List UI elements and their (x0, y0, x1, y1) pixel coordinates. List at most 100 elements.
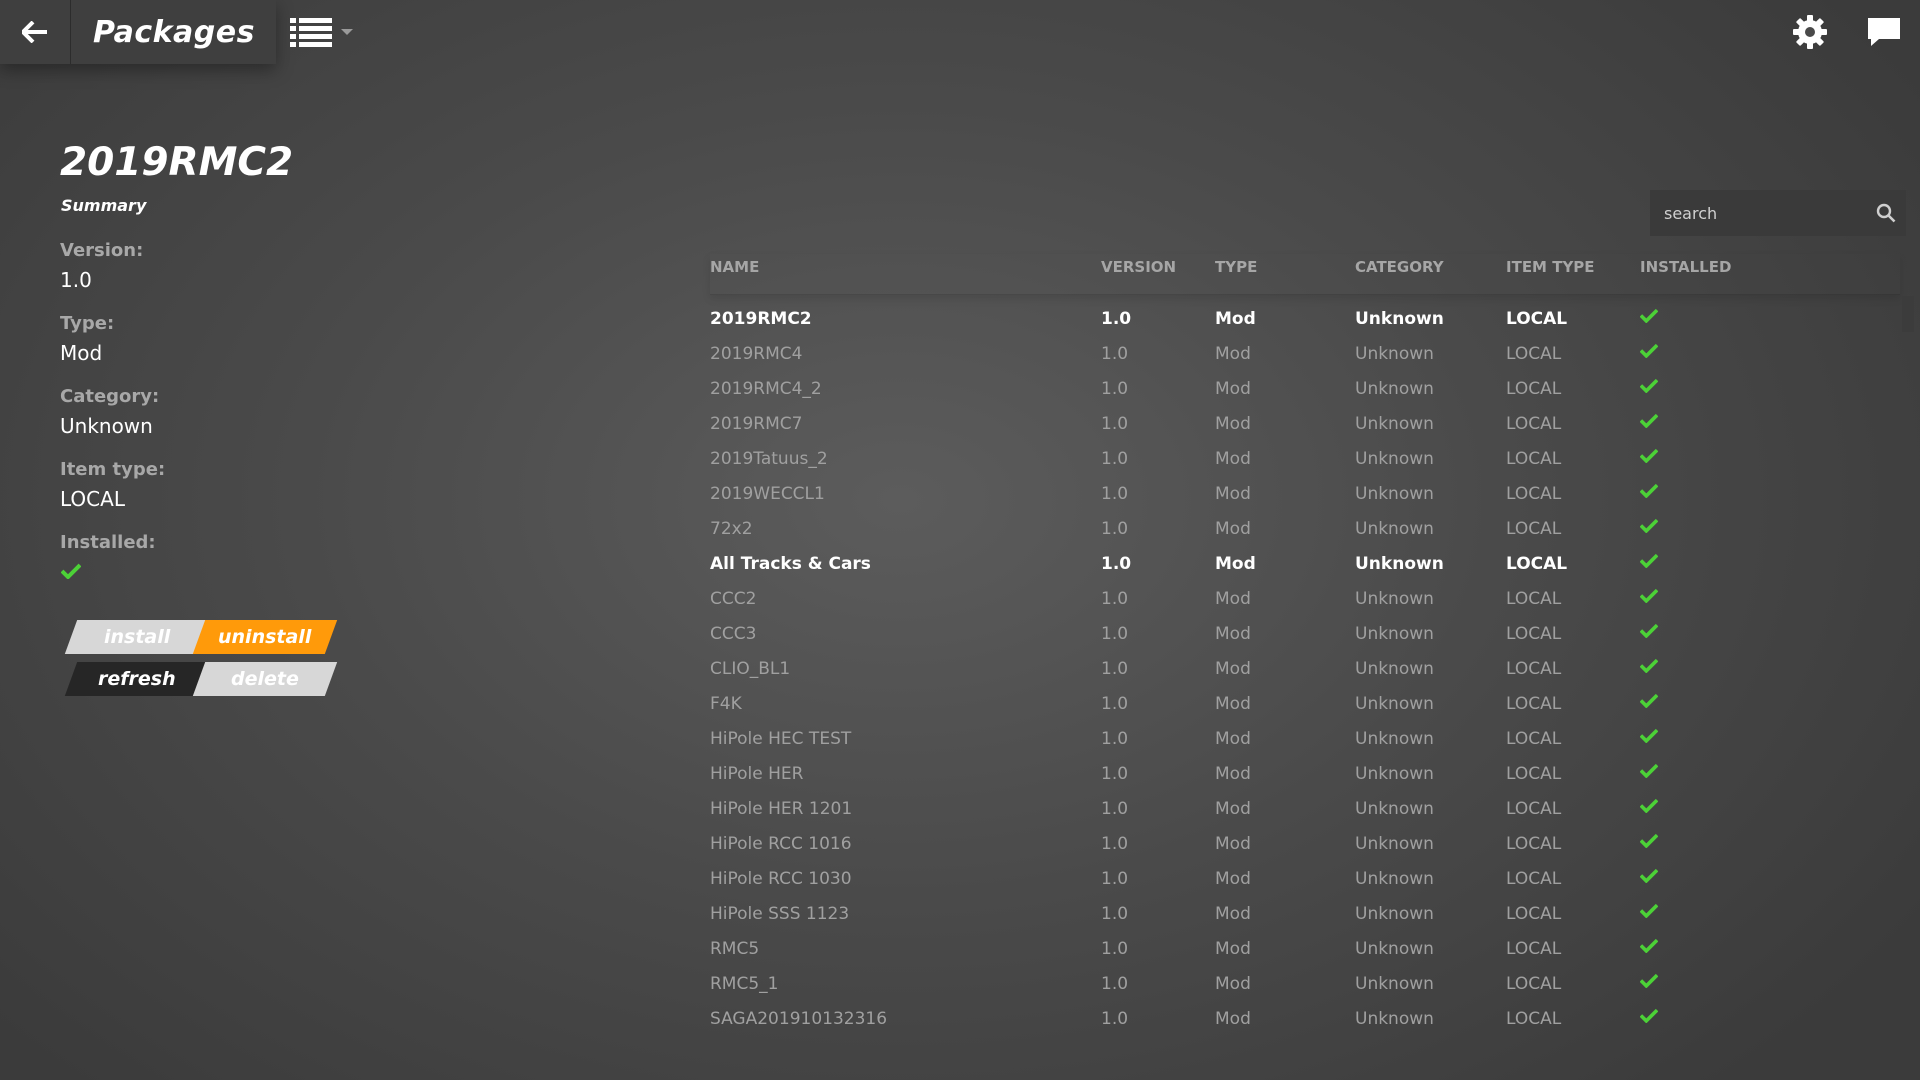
column-header-name[interactable]: NAME (710, 258, 759, 276)
category-cell: Unknown (1355, 554, 1444, 574)
item-type-cell: LOCAL (1506, 729, 1562, 749)
name-cell: RMC5 (710, 939, 760, 959)
table-row[interactable]: 72x2 1.0 Mod Unknown LOCAL (710, 514, 1900, 549)
type-cell: Mod (1215, 449, 1251, 469)
table-row[interactable]: RMC5 1.0 Mod Unknown LOCAL (710, 934, 1900, 969)
table-row[interactable]: HiPole RCC 1016 1.0 Mod Unknown LOCAL (710, 829, 1900, 864)
installed-check-icon (1639, 833, 1659, 853)
search-input[interactable] (1650, 202, 1866, 224)
version-cell: 1.0 (1101, 414, 1129, 434)
name-cell: CCC2 (710, 589, 757, 609)
column-header-type[interactable]: TYPE (1215, 258, 1257, 276)
type-cell: Mod (1215, 1009, 1251, 1029)
table-row[interactable]: 2019RMC4_2 1.0 Mod Unknown LOCAL (710, 374, 1900, 409)
table-row[interactable]: RMC5_1 1.0 Mod Unknown LOCAL (710, 969, 1900, 1004)
installed-check-icon (1639, 378, 1659, 398)
table-row[interactable]: SAGA201910132316 1.0 Mod Unknown LOCAL (710, 1004, 1900, 1039)
install-button-label: install (103, 626, 171, 648)
table-row[interactable]: 2019Tatuus_2 1.0 Mod Unknown LOCAL (710, 444, 1900, 479)
type-cell: Mod (1215, 484, 1251, 504)
category-cell: Unknown (1355, 834, 1434, 854)
item-type-cell: LOCAL (1506, 589, 1562, 609)
table-row[interactable]: 2019RMC4 1.0 Mod Unknown LOCAL (710, 339, 1900, 374)
table-row[interactable]: F4K 1.0 Mod Unknown LOCAL (710, 689, 1900, 724)
view-mode-dropdown[interactable] (290, 14, 360, 50)
type-cell: Mod (1215, 589, 1251, 609)
category-cell: Unknown (1355, 974, 1434, 994)
delete-button-label: delete (231, 668, 299, 690)
name-cell: 2019RMC4 (710, 344, 803, 364)
item-type-cell: LOCAL (1506, 379, 1562, 399)
category-cell: Unknown (1355, 344, 1434, 364)
settings-button[interactable] (1788, 10, 1832, 54)
summary-heading: Summary (61, 196, 147, 215)
version-cell: 1.0 (1101, 309, 1132, 329)
name-cell: All Tracks & Cars (710, 554, 871, 574)
item-type-cell: LOCAL (1506, 624, 1562, 644)
item-type-label: Item type: (60, 459, 166, 480)
type-cell: Mod (1215, 379, 1251, 399)
item-type-cell: LOCAL (1506, 344, 1562, 364)
refresh-button[interactable]: refresh (64, 662, 210, 696)
table-row[interactable]: HiPole HER 1201 1.0 Mod Unknown LOCAL (710, 794, 1900, 829)
type-cell: Mod (1215, 834, 1251, 854)
page-title: Packages (93, 14, 255, 50)
version-cell: 1.0 (1101, 974, 1129, 994)
table-row[interactable]: CCC2 1.0 Mod Unknown LOCAL (710, 584, 1900, 619)
packages-table: 2019RMC2 1.0 Mod Unknown LOCAL 2019RMC4 1.0 Mod… (710, 304, 1900, 1044)
table-row[interactable]: 2019RMC2 1.0 Mod Unknown LOCAL (710, 304, 1900, 339)
column-header-version[interactable]: VERSION (1101, 258, 1176, 276)
type-cell: Mod (1215, 904, 1251, 924)
category-cell: Unknown (1355, 764, 1434, 784)
table-row[interactable]: HiPole HEC TEST 1.0 Mod Unknown LOCAL (710, 724, 1900, 759)
category-cell: Unknown (1355, 589, 1434, 609)
search-box (1650, 190, 1906, 236)
scrollbar-thumb[interactable] (1902, 296, 1914, 332)
install-button[interactable]: install (64, 620, 210, 654)
category-cell: Unknown (1355, 449, 1434, 469)
version-cell: 1.0 (1101, 799, 1129, 819)
version-cell: 1.0 (1101, 344, 1129, 364)
installed-check-icon (1639, 308, 1659, 328)
version-value: 1.0 (60, 268, 92, 292)
table-row[interactable]: All Tracks & Cars 1.0 Mod Unknown LOCAL (710, 549, 1900, 584)
category-cell: Unknown (1355, 484, 1434, 504)
table-row[interactable]: HiPole RCC 1030 1.0 Mod Unknown LOCAL (710, 864, 1900, 899)
list-view-icon (290, 18, 332, 47)
type-cell: Mod (1215, 414, 1251, 434)
back-button[interactable] (0, 0, 71, 64)
category-cell: Unknown (1355, 1009, 1434, 1029)
category-cell: Unknown (1355, 939, 1434, 959)
table-row[interactable]: 2019WECCL1 1.0 Mod Unknown LOCAL (710, 479, 1900, 514)
name-cell: HiPole SSS 1123 (710, 904, 850, 924)
column-header-category[interactable]: CATEGORY (1355, 258, 1444, 276)
item-type-cell: LOCAL (1506, 939, 1562, 959)
item-type-cell: LOCAL (1506, 904, 1562, 924)
delete-button[interactable]: delete (192, 662, 338, 696)
installed-check-icon (1639, 728, 1659, 748)
name-cell: 72x2 (710, 519, 753, 539)
category-cell: Unknown (1355, 379, 1434, 399)
version-cell: 1.0 (1101, 379, 1129, 399)
name-cell: 2019RMC2 (710, 309, 812, 329)
uninstall-button-label: uninstall (218, 626, 312, 648)
item-type-cell: LOCAL (1506, 484, 1562, 504)
table-scrollbar[interactable] (1902, 294, 1914, 1044)
item-type-cell: LOCAL (1506, 974, 1562, 994)
name-cell: F4K (710, 694, 742, 714)
uninstall-button[interactable]: uninstall (192, 620, 338, 654)
chat-button[interactable] (1862, 10, 1906, 54)
column-header-installed[interactable]: INSTALLED (1640, 258, 1731, 276)
name-cell: 2019Tatuus_2 (710, 449, 828, 469)
table-row[interactable]: HiPole HER 1.0 Mod Unknown LOCAL (710, 759, 1900, 794)
table-row[interactable]: HiPole SSS 1123 1.0 Mod Unknown LOCAL (710, 899, 1900, 934)
table-row[interactable]: 2019RMC7 1.0 Mod Unknown LOCAL (710, 409, 1900, 444)
column-header-item-type[interactable]: ITEM TYPE (1506, 258, 1595, 276)
name-cell: 2019WECCL1 (710, 484, 825, 504)
table-row[interactable]: CCC3 1.0 Mod Unknown LOCAL (710, 619, 1900, 654)
type-cell: Mod (1215, 974, 1251, 994)
item-type-cell: LOCAL (1506, 1009, 1562, 1029)
version-cell: 1.0 (1101, 834, 1129, 854)
search-button[interactable] (1866, 203, 1906, 223)
table-row[interactable]: CLIO_BL1 1.0 Mod Unknown LOCAL (710, 654, 1900, 689)
